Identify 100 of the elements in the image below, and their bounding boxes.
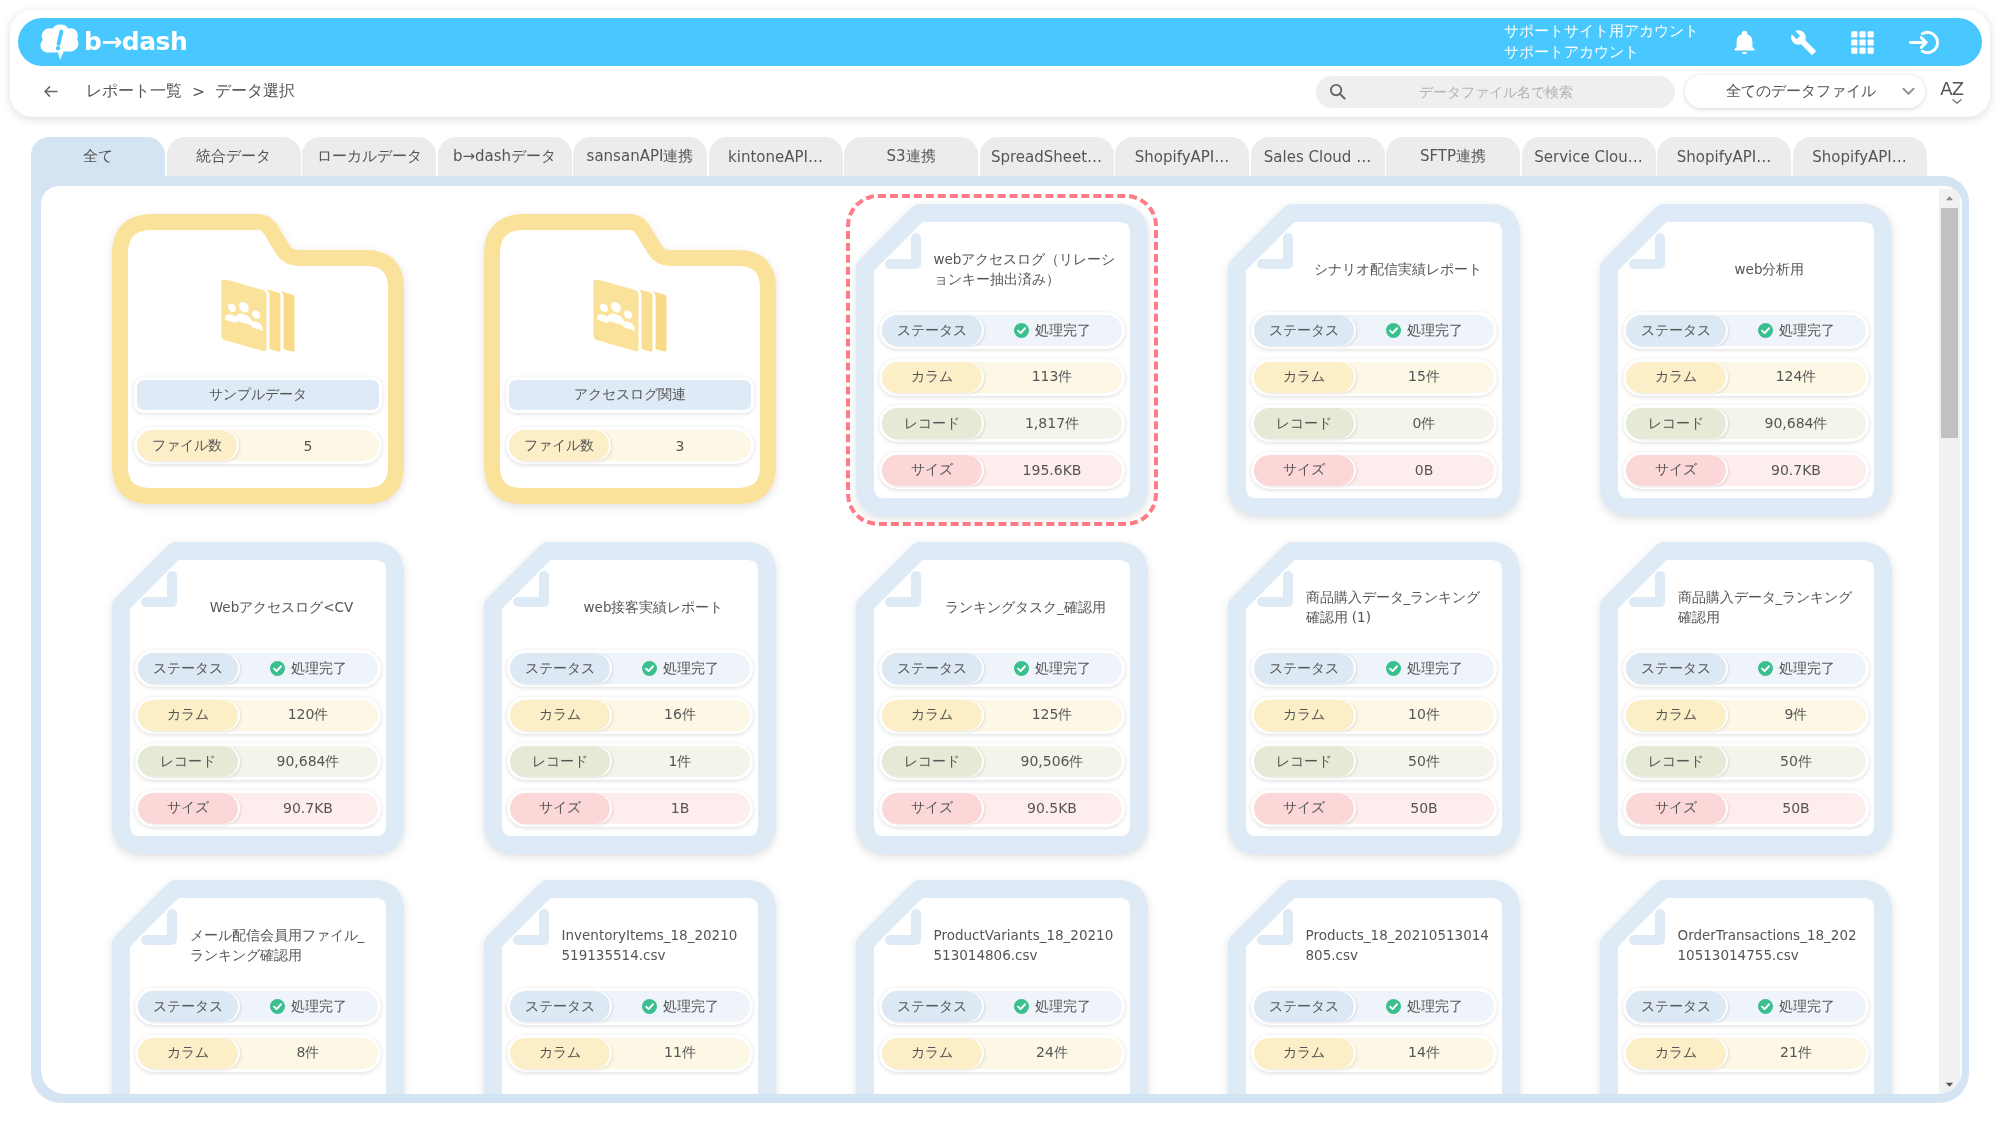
stat-label: レコード — [1254, 746, 1354, 777]
chevron-down-icon — [1902, 87, 1916, 96]
folder-card[interactable]: アクセスログ関連 ファイル数 3 — [484, 214, 776, 504]
stat-value: 90,684件 — [276, 752, 340, 771]
grid-icon[interactable] — [1849, 28, 1876, 56]
filter-dropdown[interactable]: 全てのデータファイル — [1685, 75, 1926, 108]
stat-value: 処理完了 — [1034, 997, 1091, 1016]
tab[interactable]: SFTP連携 — [1386, 137, 1520, 176]
scrollbar[interactable] — [1939, 189, 1960, 1094]
file-title: 商品購入データ_ランキング確認用 (1) — [1305, 588, 1482, 627]
breadcrumb-link[interactable]: レポート一覧 — [86, 81, 182, 102]
stat-label: ステータス — [882, 315, 982, 346]
stat-label: サイズ — [1254, 454, 1354, 486]
file-title: ランキングタスク_確認用 — [945, 598, 1106, 617]
tab[interactable]: 全て — [31, 137, 165, 176]
sort-button[interactable]: AZ — [1940, 79, 1963, 104]
file-title: シナリオ配信実績レポート — [1313, 260, 1482, 279]
stat-value: 3 — [675, 437, 685, 454]
stat-label: ステータス — [1626, 991, 1726, 1022]
folded-corner-icon — [1257, 571, 1293, 607]
back-arrow-icon[interactable] — [43, 85, 58, 98]
wrench-icon[interactable] — [1790, 28, 1817, 56]
folder-name: アクセスログ関連 — [506, 377, 754, 413]
stat-label: レコード — [510, 746, 610, 777]
stat-value: 90,684件 — [1764, 414, 1828, 433]
stat-label: カラム — [1626, 1037, 1726, 1069]
tab[interactable]: S3連携 — [844, 137, 978, 176]
stat-value: 0B — [1414, 462, 1434, 478]
stat-label: サイズ — [138, 792, 238, 824]
folded-corner-icon — [141, 909, 177, 945]
stat-value: 1,817件 — [1024, 414, 1080, 433]
folder-name: サンプルデータ — [134, 377, 382, 413]
tab[interactable]: 統合データ — [166, 137, 301, 176]
stat-label: レコード — [1254, 408, 1354, 439]
stat-label: ステータス — [882, 653, 982, 684]
tab[interactable]: ShopifyAPI… — [1115, 137, 1249, 176]
stat-label: サイズ — [882, 454, 982, 486]
stat-value: 10件 — [1408, 706, 1440, 724]
account-text: サポートサイト用アカウント — [1504, 21, 1699, 42]
stat-value: 処理完了 — [1778, 321, 1835, 340]
stat-value: 16件 — [664, 706, 696, 724]
search-field[interactable]: データファイル名で検索 — [1316, 75, 1676, 108]
stat-label: カラム — [1254, 361, 1354, 393]
stat-value: 処理完了 — [1034, 659, 1091, 678]
tab[interactable]: ShopifyAPI… — [1792, 137, 1927, 176]
stat-label: ステータス — [1254, 653, 1354, 684]
folder-card[interactable]: サンプルデータ ファイル数 5 — [112, 214, 404, 504]
check-circle-icon — [1757, 323, 1773, 338]
stat-value: 処理完了 — [662, 997, 719, 1016]
breadcrumb-separator: > — [192, 82, 205, 101]
folded-corner-icon — [141, 571, 177, 607]
stat-value: 5 — [303, 437, 313, 454]
stat-label: カラム — [1254, 699, 1354, 731]
stat-label: レコード — [1626, 408, 1726, 439]
check-circle-icon — [1013, 323, 1029, 338]
stat-value: 90,506件 — [1020, 752, 1084, 771]
file-title: OrderTransactions_18_20210513014755.csv — [1677, 926, 1858, 965]
tab[interactable]: b→dashデータ — [437, 137, 572, 176]
check-circle-icon — [641, 999, 657, 1014]
file-title: 商品購入データ_ランキング確認用 — [1677, 588, 1854, 627]
stat-label: カラム — [510, 1037, 610, 1069]
stat-value: 処理完了 — [1406, 997, 1463, 1016]
tab[interactable]: ローカルデータ — [302, 137, 436, 176]
folded-corner-icon — [885, 909, 921, 945]
stat-label: カラム — [882, 699, 982, 731]
file-card[interactable]: webアクセスログ（リレーションキー抽出済み） ステータス 処理完了 カラム 113件 レコード 1,817件 サイズ 195.6KB — [846, 194, 1158, 526]
stat-label: サイズ — [1254, 792, 1354, 824]
tab[interactable]: SpreadSheet… — [979, 137, 1114, 176]
stat-label: ステータス — [1626, 315, 1726, 346]
stat-value: 処理完了 — [1406, 321, 1463, 340]
tab[interactable]: Sales Cloud … — [1250, 137, 1385, 176]
search-icon — [1329, 83, 1347, 100]
tab[interactable]: kintoneAPI… — [708, 137, 843, 176]
stat-label: ステータス — [138, 991, 238, 1022]
scrollbar-thumb[interactable] — [1941, 208, 1958, 438]
bell-icon[interactable] — [1731, 28, 1758, 56]
check-circle-icon — [1385, 661, 1401, 676]
folded-corner-icon — [885, 233, 921, 269]
stat-value: 1B — [670, 800, 690, 816]
tab[interactable]: Service Clou… — [1521, 137, 1656, 176]
stat-value: 124件 — [1775, 368, 1817, 386]
tab[interactable]: sansanAPI連携 — [573, 137, 707, 176]
login-icon[interactable] — [1908, 28, 1940, 56]
file-title: メール配信会員用ファイル_ランキング確認用 — [189, 926, 366, 965]
check-circle-icon — [1385, 323, 1401, 338]
folded-corner-icon — [513, 571, 549, 607]
check-circle-icon — [269, 999, 285, 1014]
stat-value: 90.7KB — [1771, 462, 1821, 478]
check-circle-icon — [1757, 999, 1773, 1014]
scroll-up-icon[interactable] — [1945, 195, 1954, 201]
stat-label: サイズ — [1626, 454, 1726, 486]
scroll-down-icon[interactable] — [1945, 1082, 1954, 1088]
stat-label: カラム — [1626, 361, 1726, 393]
stat-label: レコード — [1626, 746, 1726, 777]
tab[interactable]: ShopifyAPI… — [1657, 137, 1791, 176]
folded-corner-icon — [1629, 571, 1665, 607]
account-text: サポートアカウント — [1504, 42, 1640, 63]
file-title: Products_18_20210513014805.csv — [1305, 926, 1490, 965]
stat-value: 処理完了 — [1778, 997, 1835, 1016]
stat-value: 処理完了 — [290, 659, 347, 678]
